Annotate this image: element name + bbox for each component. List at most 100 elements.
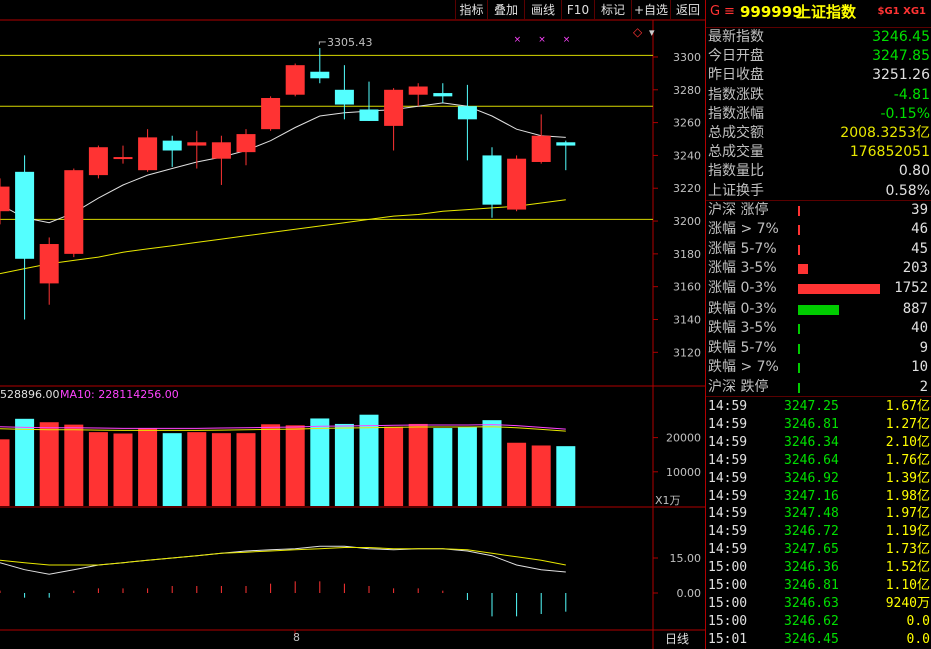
price-tick-label: 3280 (673, 84, 701, 97)
candle-body (64, 170, 84, 254)
tick-row: 14:59 3246.72 1.19亿 (708, 523, 931, 541)
tick-amount: 1.19亿 (885, 524, 930, 540)
distribution-row: 涨幅 0-3% 1752 (708, 279, 930, 298)
tick-amount: 1.97亿 (885, 506, 930, 522)
candle-body (482, 155, 502, 205)
volume-bar (88, 432, 108, 506)
tick-time: 15:00 (708, 595, 748, 611)
quote-row: 指数涨幅 -0.15% (708, 105, 930, 124)
distribution-bar (798, 324, 800, 335)
candle-body (0, 186, 10, 212)
volume-bar (408, 423, 428, 506)
tick-amount: 2.10亿 (885, 434, 930, 450)
quote-row: 指数涨跌 -4.81 (708, 86, 930, 105)
volume-bar (15, 418, 35, 506)
tick-row: 14:59 3247.65 1.73亿 (708, 541, 931, 559)
x-axis-label: 8 (293, 631, 300, 644)
high-price-label: ⌐3305.43 (318, 36, 373, 49)
back-button[interactable]: 返回 (670, 0, 705, 20)
draw-line-button[interactable]: 画线 (524, 0, 561, 20)
tick-amount: 0.0 (906, 613, 930, 629)
candle-body (556, 142, 576, 146)
candle-body (113, 157, 133, 160)
quote-row: 指数量比 0.80 (708, 162, 930, 181)
menu-icon[interactable]: ≡ (724, 0, 735, 24)
quote-label: 上证换手 (708, 182, 764, 199)
tick-amount: 1.67亿 (885, 399, 930, 414)
quote-value: -4.81 (893, 86, 930, 103)
volume-unit-label: X1万 (655, 494, 681, 507)
distribution-label: 跌幅 > 7% (708, 359, 779, 376)
tick-row: 14:59 3247.16 1.98亿 (708, 488, 931, 506)
tick-time: 15:00 (708, 578, 748, 593)
distribution-count: 46 (911, 221, 928, 238)
tick-time: 14:59 (708, 506, 748, 522)
volume-bar (285, 425, 305, 506)
tick-row: 14:59 3246.34 2.10亿 (708, 434, 931, 452)
distribution-row: 跌幅 3-5% 40 (708, 319, 930, 338)
volume-bar (138, 428, 158, 506)
mark-button[interactable]: 标记 (594, 0, 631, 20)
overlay-button[interactable]: 叠加 (487, 0, 524, 20)
tick-row: 14:59 3247.48 1.97亿 (708, 505, 931, 523)
volume-bar (64, 424, 84, 506)
volume-bar (556, 446, 576, 506)
tick-time: 14:59 (708, 488, 748, 504)
quote-label: 指数涨跌 (708, 86, 764, 103)
quote-label: 昨日收盘 (708, 67, 764, 84)
distribution-row: 涨幅 > 7% 46 (708, 220, 930, 239)
kline-chart-area[interactable]: ◇ ▾ 3120 3140 3160 3180 3200 3220 3240 3260 3280 33… (0, 0, 705, 649)
volume-tick-label: 20000 (666, 432, 701, 445)
price-tick-label: 3200 (673, 215, 701, 228)
tick-time: 14:59 (708, 452, 748, 468)
distribution-row: 跌幅 > 7% 10 (708, 358, 930, 377)
tick-time: 14:59 (708, 524, 748, 540)
distribution-label: 跌幅 0-3% (708, 301, 777, 317)
volume-bar (162, 433, 182, 506)
distribution-count: 45 (911, 240, 928, 257)
volume-bar (39, 422, 59, 506)
tick-row: 14:59 3246.81 1.27亿 (708, 416, 931, 434)
candle-body (261, 97, 281, 130)
signal-marker: × (514, 35, 522, 45)
volume-bar (211, 433, 231, 506)
quote-row: 今日开盘 3247.85 (708, 47, 930, 66)
price-tick-label: 3120 (673, 346, 701, 359)
signal-marker: × (538, 35, 546, 45)
distribution-count: 887 (902, 301, 928, 317)
quote-label: 今日开盘 (708, 48, 764, 65)
add-favorite-button[interactable]: +自选 (631, 0, 670, 20)
chevron-down-icon: ▾ (649, 26, 655, 39)
distribution-count: 9 (919, 339, 928, 356)
tick-price: 3246.72 (784, 524, 839, 540)
price-tick-label: 3180 (673, 248, 701, 261)
period-label: 日线 (665, 632, 689, 646)
diamond-icon: ◇ (633, 25, 643, 39)
distribution-label: 跌幅 3-5% (708, 320, 777, 337)
signal-marker: × (563, 35, 571, 45)
candle-body (236, 134, 256, 153)
price-tick-label: 3240 (673, 149, 701, 162)
volume-bar (334, 423, 354, 506)
tick-amount: 1.73亿 (885, 542, 930, 558)
tick-amount: 1.27亿 (885, 416, 930, 432)
distribution-count: 203 (902, 260, 928, 277)
f10-button[interactable]: F10 (561, 0, 594, 20)
tick-price: 3246.45 (784, 631, 839, 647)
quote-row: 昨日收盘 3251.26 (708, 66, 930, 85)
quote-label: 指数量比 (708, 163, 764, 180)
tick-amount: 1.52亿 (885, 560, 930, 576)
tick-amount: 1.98亿 (885, 488, 930, 504)
tick-time: 15:01 (708, 631, 748, 647)
volume-legend: 528896.00 (0, 388, 60, 401)
candle-body (408, 86, 428, 95)
tick-amount: 1.39亿 (885, 470, 930, 486)
quote-row: 最新指数 3246.45 (708, 28, 930, 47)
quote-label: 总成交量 (708, 144, 764, 161)
stock-code: 999999 (740, 3, 803, 21)
distribution-label: 沪深 涨停 (708, 202, 769, 218)
distribution-count: 10 (911, 359, 928, 376)
stock-name: 上证指数 (796, 3, 857, 21)
distribution-row: 跌幅 0-3% 887 (708, 300, 930, 319)
indicator-button[interactable]: 指标 (455, 0, 487, 20)
